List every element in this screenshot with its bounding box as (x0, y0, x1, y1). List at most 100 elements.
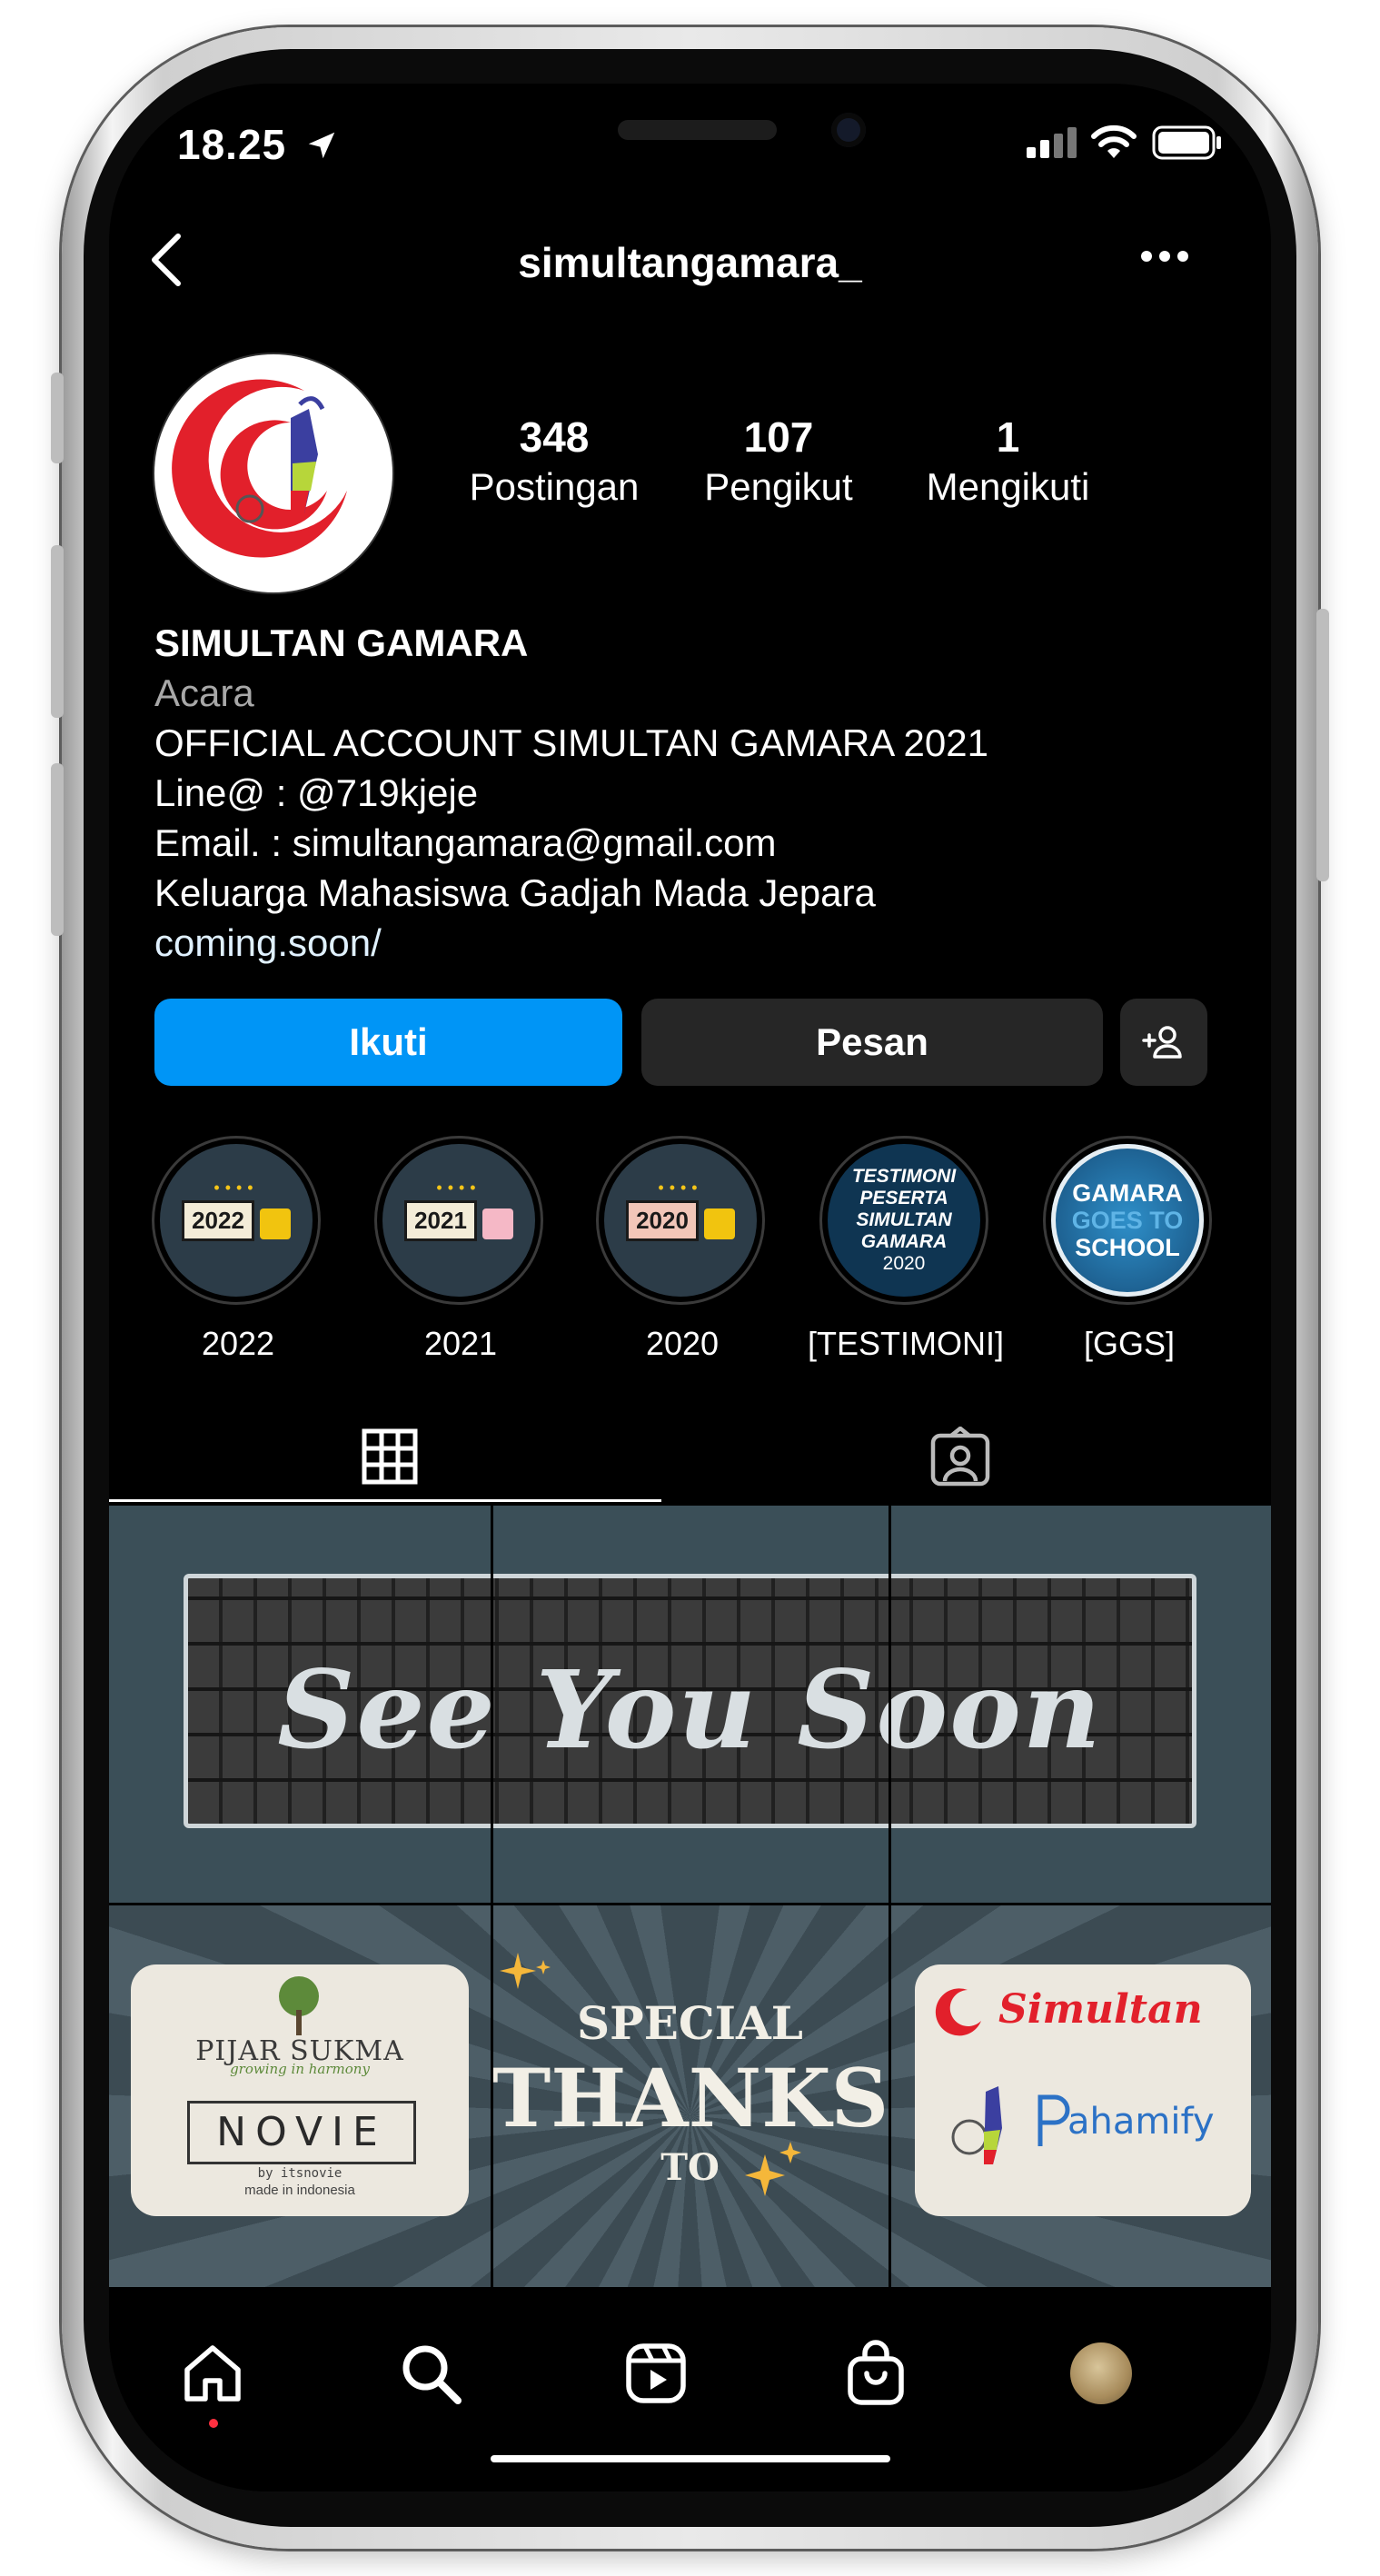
battery-icon (1152, 125, 1221, 160)
stat-followers-count: 107 (743, 413, 814, 461)
zoom-participants-collage: See You Soon (184, 1574, 1196, 1828)
ggs-cover-line: SCHOOL (1075, 1234, 1180, 1261)
highlight-cover: •••• 2022 (160, 1144, 313, 1297)
home-icon[interactable] (180, 2341, 245, 2406)
stat-following-label: Mengikuti (926, 465, 1090, 508)
highlight-year-tag: 2020 (626, 1199, 699, 1241)
stat-followers-label: Pengikut (704, 465, 853, 508)
volume-up-button (51, 545, 64, 718)
highlight-year-tag: 2021 (404, 1199, 477, 1241)
posts-grid: See You Soon PIJAR SUKMA growing in harm… (109, 1506, 1271, 2287)
tagged-tab-icon[interactable] (930, 1427, 990, 1487)
front-camera (831, 113, 866, 147)
highlight-cover: GAMARA GOES TO SCHOOL (1051, 1144, 1204, 1297)
smiley-icon (259, 1208, 291, 1240)
highlight-2022[interactable]: •••• 2022 2022 (152, 1136, 324, 1363)
suggest-people-button[interactable] (1120, 999, 1207, 1086)
simultan-logo-icon (935, 1988, 981, 2036)
profile-display-name: SIMULTAN GAMARA (154, 622, 529, 664)
stat-posts-count: 348 (519, 413, 590, 461)
highlight-ggs[interactable]: GAMARA GOES TO SCHOOL [GGS] (1043, 1136, 1216, 1363)
pahamify-p-icon (1037, 2094, 1070, 2146)
stat-posts-label: Postingan (469, 465, 640, 508)
status-time-text: 18.25 (177, 121, 287, 168)
location-arrow-icon (308, 132, 335, 159)
grid-divider (889, 1506, 891, 2287)
grid-divider (109, 1903, 1271, 1905)
highlight-cover: •••• 2021 (382, 1144, 535, 1297)
highlight-year-tag: 2022 (182, 1199, 254, 1241)
mute-switch (51, 373, 64, 463)
profile-bio: SIMULTAN GAMARA Acara OFFICIAL ACCOUNT S… (154, 618, 1226, 968)
ggs-cover-line: GAMARA (1072, 1179, 1183, 1207)
shop-icon[interactable] (843, 2339, 908, 2408)
sparkle-icon (745, 2142, 801, 2196)
add-person-icon (1142, 1026, 1182, 1059)
speaker-grille (618, 120, 777, 140)
highlight-ring: •••• 2022 (152, 1136, 321, 1305)
wifi-icon (1091, 124, 1137, 158)
testimoni-cover-line: PESERTA (859, 1188, 948, 1208)
post-special-thanks[interactable]: PIJAR SUKMA growing in harmony NOVIE by … (109, 1905, 1271, 2287)
highlight-label: 2021 (423, 1325, 498, 1362)
highlight-label: [GGS] (1083, 1325, 1176, 1362)
see-you-soon-text: See You Soon (277, 1646, 1103, 1773)
stat-followers[interactable]: 107 Pengikut (683, 413, 874, 509)
grid-tab-icon[interactable] (362, 1428, 418, 1485)
highlight-label: 2020 (645, 1325, 720, 1362)
sparkle-dots: •••• (658, 1179, 703, 1197)
simultan-wordmark: Simultan (998, 1986, 1203, 2033)
testimoni-cover-line: TESTIMONI (851, 1166, 957, 1187)
highlight-ring: •••• 2020 (596, 1136, 765, 1305)
power-button (1316, 609, 1329, 881)
status-time: 18.25 (177, 120, 339, 169)
home-indicator (491, 2455, 890, 2462)
message-button[interactable]: Pesan (641, 999, 1103, 1086)
search-icon[interactable] (398, 2341, 463, 2406)
profile-avatar-nav[interactable] (1070, 2342, 1132, 2404)
bio-link[interactable]: coming.soon/ (154, 918, 1226, 968)
reels-icon[interactable] (623, 2341, 689, 2406)
profile-username: simultangamara_ (518, 239, 862, 286)
highlight-ring: TESTIMONI PESERTA SIMULTAN GAMARA 2020 (819, 1136, 988, 1305)
sparkle-icon (500, 1953, 551, 1989)
notification-dot (209, 2419, 218, 2428)
highlight-cover: TESTIMONI PESERTA SIMULTAN GAMARA 2020 (828, 1144, 980, 1297)
volume-down-button (51, 763, 64, 936)
profile-avatar[interactable] (154, 354, 392, 592)
sparkle-dots: •••• (436, 1179, 482, 1197)
follow-button[interactable]: Ikuti (154, 999, 622, 1086)
highlight-2020[interactable]: •••• 2020 2020 (596, 1136, 769, 1363)
simultan-gamara-logo (166, 366, 381, 581)
smiley-icon (482, 1208, 513, 1240)
highlight-label: 2022 (201, 1325, 275, 1362)
highlight-cover: •••• 2020 (604, 1144, 757, 1297)
highlight-label: [TESTIMONI] (808, 1325, 1004, 1362)
instagram-profile-screen: 18.25 simultangamara_ 348 Postingan 107 … (109, 84, 1271, 2491)
testimoni-cover-line: 2020 (882, 1253, 926, 1274)
post-see-you-soon[interactable]: See You Soon (109, 1506, 1271, 1904)
profile-category: Acara (154, 671, 254, 714)
bio-line: Email. : simultangamara@gmail.com (154, 821, 777, 864)
pahamify-wordmark: ahamify (1067, 2101, 1215, 2143)
gamara-logo-icon (951, 2086, 1002, 2164)
smiley-icon (703, 1208, 735, 1240)
grid-divider (491, 1506, 493, 2287)
more-options-icon[interactable] (1140, 249, 1189, 264)
highlight-testimoni[interactable]: TESTIMONI PESERTA SIMULTAN GAMARA 2020 [… (808, 1136, 1004, 1363)
highlight-ring: GAMARA GOES TO SCHOOL (1043, 1136, 1212, 1305)
sparkle-dots: •••• (213, 1179, 259, 1197)
bio-line: Keluarga Mahasiswa Gadjah Mada Jepara (154, 871, 876, 914)
testimoni-cover-line: SIMULTAN (856, 1209, 952, 1230)
highlight-ring: •••• 2021 (374, 1136, 543, 1305)
stat-following[interactable]: 1 Mengikuti (901, 413, 1115, 509)
bio-line: OFFICIAL ACCOUNT SIMULTAN GAMARA 2021 (154, 721, 988, 764)
ggs-cover-line: GOES TO (1071, 1207, 1184, 1234)
active-tab-indicator (109, 1499, 661, 1502)
sponsor-card-simultan-pahamify: Simultan ahamify (915, 1964, 1251, 2216)
testimoni-cover-line: GAMARA (860, 1231, 948, 1252)
stat-posts[interactable]: 348 Postingan (459, 413, 650, 509)
highlight-2021[interactable]: •••• 2021 2021 (374, 1136, 547, 1363)
signal-icon (1027, 127, 1077, 158)
stat-following-count: 1 (996, 413, 1020, 461)
